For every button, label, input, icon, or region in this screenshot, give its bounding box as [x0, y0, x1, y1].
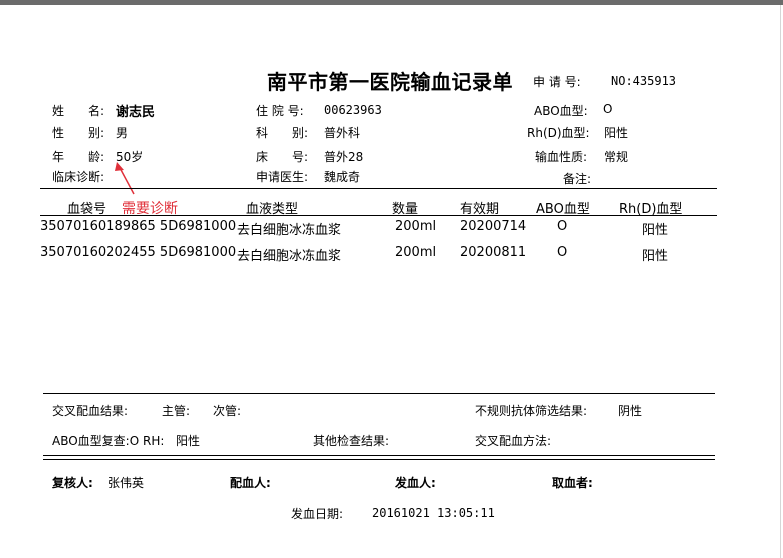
window-top-border [0, 0, 783, 5]
blood-matcher-label: 配血人: [230, 476, 271, 490]
abo-recheck-value: 阳性 [176, 434, 201, 448]
table-row-2-quantity: 200ml [395, 245, 437, 260]
table-row-1-bag-number: 35070160189865 5D6981000 [40, 219, 237, 234]
window-right-border [780, 5, 781, 558]
crossmatch-bottom-rule-1 [43, 455, 715, 456]
blood-receiver-label: 取血者: [552, 476, 593, 490]
application-number-label: 申 请 号: [533, 75, 581, 89]
department-value: 普外科 [324, 126, 361, 140]
abo-type-label: ABO血型: [534, 104, 588, 118]
table-row-1-expiry: 20200714 [460, 219, 527, 234]
hospital-number-label: 住 院 号: [256, 104, 304, 118]
irregular-antibody-value: 阴性 [618, 404, 643, 418]
other-results-label: 其他检查结果: [313, 434, 390, 448]
crossmatch-method-label: 交叉配血方法: [475, 434, 552, 448]
document-title: 南平市第一医院输血记录单 [267, 70, 513, 94]
remarks-label: 备注: [563, 172, 592, 186]
rh-type-value: 阳性 [604, 126, 629, 140]
rh-type-label: Rh(D)血型: [527, 126, 590, 140]
annotation-arrow-icon [115, 162, 135, 195]
application-number-value: NO:435913 [611, 74, 677, 88]
bed-value: 普外28 [324, 150, 364, 164]
department-label: 科 别: [256, 126, 309, 140]
crossmatch-bottom-rule-2 [43, 459, 715, 460]
abo-type-value: O [603, 102, 613, 116]
issue-date-label: 发血日期: [291, 507, 344, 521]
name-value: 谢志民 [116, 105, 156, 120]
irregular-antibody-label: 不规则抗体筛选结果: [475, 404, 588, 418]
crossmatch-minor-label: 次管: [213, 404, 242, 418]
hospital-number-value: 00623963 [324, 103, 382, 117]
table-row-2-bag-number: 35070160202455 5D6981000 [40, 245, 237, 260]
crossmatch-main-label: 主管: [162, 404, 191, 418]
reviewer-label: 复核人: [52, 476, 93, 490]
doctor-value: 魏成奇 [324, 170, 361, 184]
table-top-rule [40, 188, 717, 189]
gender-value: 男 [116, 126, 129, 140]
table-row-1-quantity: 200ml [395, 219, 437, 234]
reviewer-value: 张伟英 [108, 476, 145, 490]
table-row-2-expiry: 20200811 [460, 245, 527, 260]
table-row-1-blood-type: 去白细胞冰冻血浆 [237, 223, 342, 238]
crossmatch-top-rule [43, 393, 715, 394]
gender-label: 性 别: [52, 126, 105, 140]
name-label: 姓 名: [52, 104, 105, 118]
table-row-1-rh: 阳性 [642, 223, 669, 238]
doctor-label: 申请医生: [256, 170, 309, 184]
transfusion-nature-label: 输血性质: [535, 150, 588, 164]
issue-date-value: 20161021 13:05:11 [372, 506, 495, 520]
age-label: 年 龄: [52, 150, 105, 164]
abo-recheck-label: ABO血型复查:O RH: [52, 434, 165, 448]
table-row-2-abo: O [557, 245, 568, 260]
blood-issuer-label: 发血人: [395, 476, 436, 490]
table-row-2-blood-type: 去白细胞冰冻血浆 [237, 249, 342, 264]
table-row-2-rh: 阳性 [642, 249, 669, 264]
table-row-1-abo: O [557, 219, 568, 234]
diagnosis-label: 临床诊断: [52, 170, 105, 184]
table-header-rule [40, 215, 717, 216]
transfusion-nature-value: 常规 [604, 150, 629, 164]
crossmatch-result-label: 交叉配血结果: [52, 404, 129, 418]
bed-label: 床 号: [256, 150, 309, 164]
